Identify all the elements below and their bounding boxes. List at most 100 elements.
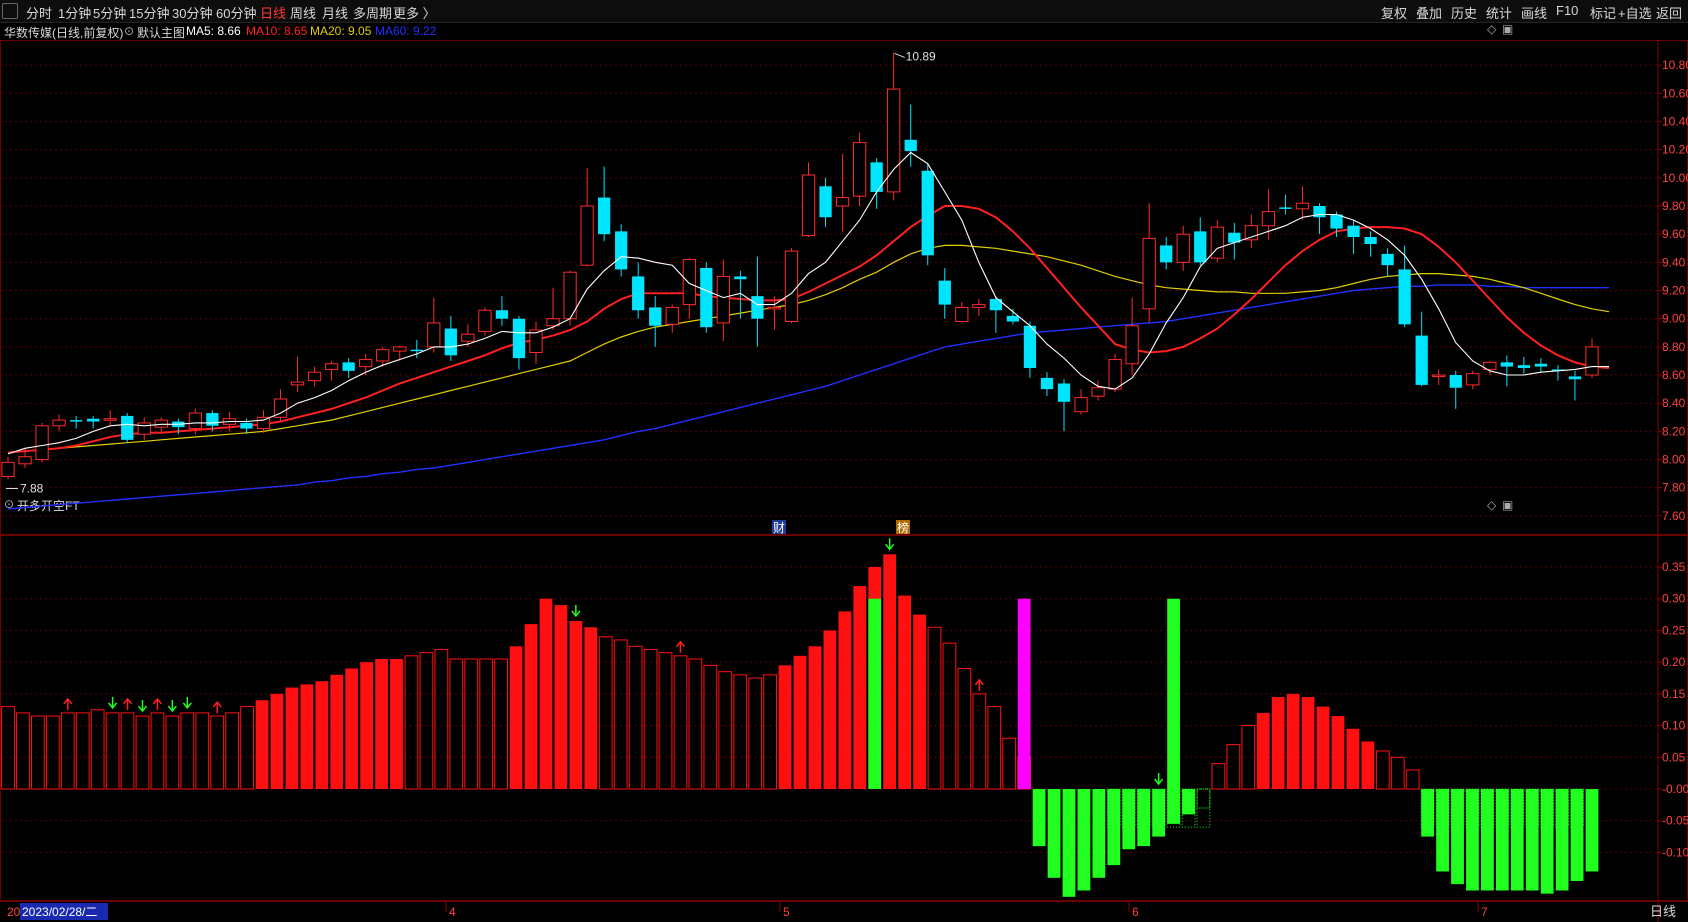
- low-price-label: 7.88: [20, 481, 44, 495]
- main-tick-label: 10.80: [1662, 58, 1688, 72]
- candle-body-down: [87, 418, 100, 422]
- candle-body-down: [1194, 231, 1207, 263]
- candle: [273, 389, 288, 422]
- candle-body-down: [69, 420, 83, 422]
- osc-bar-up-hollow: [1390, 756, 1405, 790]
- candle-body-down: [206, 413, 219, 426]
- candle: [870, 158, 883, 209]
- candle: [972, 298, 986, 316]
- osc-bar-up-hollow: [628, 645, 643, 790]
- oscillator-bars: [1, 538, 1599, 897]
- candle-body-up: [767, 306, 782, 310]
- osc-bar-up-filled: [315, 681, 329, 790]
- kline-chart[interactable]: 10.80 10.60 10.40 10.20 10.00 9.80 9.60 9.40 9.2…: [0, 0, 1688, 922]
- candle-body-up: [290, 381, 305, 386]
- candle-body-up: [1125, 325, 1139, 365]
- osc-bar-up-hollow: [658, 652, 673, 790]
- osc-tick-label: 0.35: [1662, 560, 1686, 574]
- down-arrow-signal: [571, 604, 581, 618]
- osc-bar-up-hollow: [165, 715, 180, 790]
- osc-bar-up-filled: [853, 586, 867, 790]
- candle: [478, 307, 492, 336]
- candle-body-down: [1279, 207, 1292, 209]
- osc-bar-up-filled: [883, 554, 897, 790]
- osc-bar-up-filled: [1301, 697, 1315, 790]
- candle: [632, 262, 645, 319]
- candle: [1074, 389, 1088, 415]
- candle-body-up: [461, 333, 475, 342]
- high-price-label: 10.89: [906, 49, 936, 63]
- candle: [427, 297, 441, 353]
- candle-body-down: [938, 280, 951, 305]
- osc-bar-up-filled: [898, 595, 911, 790]
- osc-bar-down-filled: [1167, 789, 1180, 824]
- candle-body-down: [1330, 214, 1343, 229]
- osc-bar-up-hollow: [987, 706, 1002, 790]
- main-tick-label: 10.60: [1662, 86, 1688, 100]
- down-arrow-signal: [885, 538, 895, 551]
- down-arrow-signal: [137, 700, 148, 713]
- candle-body-down: [734, 276, 747, 280]
- candle: [649, 296, 662, 347]
- osc-bar-up-filled: [584, 627, 598, 790]
- osc-bar-up-filled: [1316, 706, 1330, 790]
- osc-bar-down-filled: [1555, 789, 1569, 891]
- osc-bar-up-hollow: [90, 709, 105, 790]
- osc-bar-up-hollow: [240, 706, 254, 790]
- candle: [700, 262, 713, 333]
- main-tick-label: 10.20: [1662, 143, 1688, 157]
- candle-body-down: [870, 162, 883, 192]
- osc-bar-up-hollow: [1, 706, 15, 790]
- candle-body-up: [1261, 211, 1276, 227]
- period-label: 日线: [1650, 905, 1676, 920]
- candle: [342, 358, 355, 378]
- candle-body-up: [52, 419, 66, 427]
- osc-bar-up-hollow: [225, 712, 240, 790]
- main-tick-label: 9.20: [1662, 284, 1686, 298]
- candle-body-down: [240, 422, 253, 429]
- candle-body-up: [103, 418, 117, 421]
- candle-body-up: [478, 309, 492, 332]
- osc-bar-up-filled: [509, 646, 523, 790]
- candle: [887, 52, 901, 201]
- candle: [1, 456, 15, 480]
- main-tick-label: 8.80: [1662, 340, 1686, 354]
- candle: [580, 167, 594, 267]
- osc-bar-up-hollow: [30, 715, 45, 790]
- osc-bar-up-hollow: [105, 712, 120, 790]
- main-tick-label: 9.40: [1662, 255, 1686, 269]
- osc-tick-label: 0.20: [1662, 655, 1686, 669]
- candle: [1398, 245, 1411, 328]
- osc-bar-up-hollow: [1375, 750, 1390, 790]
- candle: [546, 287, 560, 330]
- candle: [801, 162, 816, 237]
- candle-body-up: [188, 412, 202, 430]
- osc-bar-up-hollow: [763, 674, 778, 790]
- main-tick-label: 9.00: [1662, 312, 1686, 326]
- candle-body-up: [427, 322, 441, 348]
- osc-bar-down-filled: [1525, 789, 1539, 891]
- candle-body-down: [121, 415, 134, 440]
- osc-bar-up-filled: [390, 658, 403, 790]
- osc-bar-down-filled: [1585, 789, 1599, 872]
- osc-bar-up-filled: [838, 611, 852, 790]
- down-arrow-signal: [1154, 773, 1164, 786]
- osc-bar-down-filled: [1495, 789, 1509, 891]
- candle-body-down: [1500, 362, 1513, 367]
- candle: [1244, 214, 1258, 249]
- month-label: 4: [449, 905, 456, 919]
- candle-body-up: [784, 250, 799, 323]
- magenta-spike: [1017, 598, 1031, 790]
- candle-body-up: [256, 416, 271, 430]
- candle-body-up: [835, 197, 850, 207]
- osc-bar-up-filled: [285, 687, 299, 790]
- osc-bar-up-hollow: [195, 712, 210, 790]
- candle-body-down: [1534, 363, 1548, 367]
- osc-bar-up-filled: [1271, 697, 1285, 790]
- osc-bar-down-filled: [1510, 789, 1524, 891]
- osc-bar-up-hollow: [1405, 769, 1420, 790]
- candle-body-up: [852, 142, 867, 197]
- candle-body-down: [1449, 375, 1462, 388]
- candle: [1432, 369, 1446, 385]
- candle-body-up: [1, 461, 15, 477]
